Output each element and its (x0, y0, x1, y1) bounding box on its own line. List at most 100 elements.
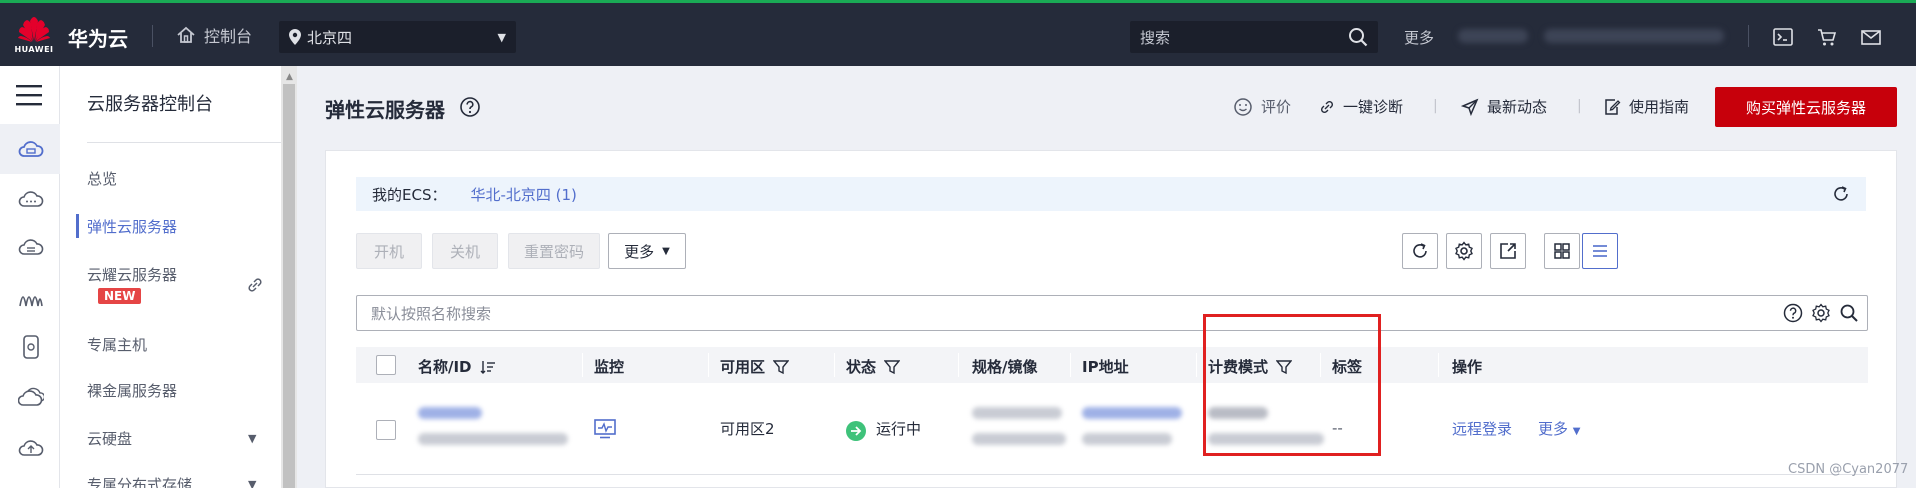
blurred-instance-id (418, 433, 568, 445)
chevron-down-icon[interactable]: ▼ (248, 432, 256, 445)
chevron-down-icon: ▼ (1572, 426, 1581, 437)
list-view-icon (1593, 245, 1607, 257)
blurred-user-name[interactable] (1544, 29, 1724, 43)
sidebar-item-flexus[interactable]: 云耀云服务器 (87, 264, 177, 285)
search-filter-input[interactable]: 默认按照名称搜索 (356, 295, 1868, 331)
guide-label: 使用指南 (1629, 98, 1690, 116)
table-header: 名称/ID 监控 可用区 状态 规格/镜像 IP地址 计费模式 标签 操作 (356, 347, 1868, 383)
sort-icon[interactable] (480, 359, 496, 375)
cloud-dots-icon[interactable] (18, 186, 44, 212)
settings-button[interactable] (1446, 233, 1482, 269)
list-view-button[interactable] (1582, 233, 1618, 269)
stop-button[interactable]: 关机 (432, 233, 498, 269)
region-count-link[interactable]: 华北-北京四 (1) (470, 184, 576, 205)
csdn-watermark: CSDN @Cyan2077 (1788, 462, 1909, 477)
refresh-icon[interactable] (1832, 185, 1850, 203)
database-icon[interactable] (18, 334, 44, 360)
remote-login-link[interactable]: 远程登录 (1452, 418, 1512, 439)
guide-link[interactable]: 使用指南 (1603, 96, 1689, 117)
column-header-monitor: 监控 (594, 356, 624, 377)
column-divider (1438, 353, 1439, 377)
column-label: 可用区 (720, 358, 766, 376)
column-divider (1070, 353, 1071, 377)
terminal-icon[interactable] (1772, 26, 1794, 48)
chevron-down-icon: ▼ (497, 30, 506, 44)
scrollbar-thumb[interactable] (283, 84, 295, 488)
grid-view-button[interactable] (1544, 233, 1580, 269)
blurred-spec (972, 407, 1062, 419)
storage-cloud-icon[interactable] (18, 234, 44, 260)
sidenav-divider (87, 142, 291, 143)
hamburger-menu-icon[interactable] (16, 84, 42, 106)
search-icon[interactable] (1348, 27, 1368, 47)
column-header-ip: IP地址 (1082, 356, 1129, 377)
column-header-status[interactable]: 状态 (846, 356, 901, 377)
column-header-name[interactable]: 名称/ID (418, 356, 496, 377)
news-link[interactable]: 最新动态 (1461, 96, 1547, 117)
ecs-cloud-icon[interactable] (18, 136, 44, 162)
row-more-menu[interactable]: 更多 ▼ (1538, 418, 1581, 439)
buy-ecs-button[interactable]: 购买弹性云服务器 (1715, 87, 1897, 127)
sidebar-item-overview[interactable]: 总览 (87, 168, 117, 189)
global-search-input[interactable]: 搜索 (1130, 21, 1378, 53)
console-home-link[interactable]: 控制台 (176, 23, 252, 47)
console-label: 控制台 (204, 27, 253, 46)
more-menu[interactable]: 更多 (1404, 27, 1434, 48)
filter-placeholder: 默认按照名称搜索 (371, 304, 492, 323)
rate-link[interactable]: 评价 (1233, 96, 1291, 117)
region-selector[interactable]: 北京四 ▼ (279, 21, 516, 53)
new-badge: NEW (98, 288, 142, 304)
huawei-logo[interactable]: HUAWEI (14, 15, 54, 59)
search-icon[interactable] (1839, 303, 1859, 323)
export-button[interactable] (1490, 233, 1526, 269)
page-title: 弹性云服务器 (325, 98, 445, 122)
column-label: 监控 (594, 358, 625, 376)
export-icon (1500, 243, 1516, 259)
start-button[interactable]: 开机 (356, 233, 422, 269)
column-divider (708, 353, 709, 377)
column-header-zone[interactable]: 可用区 (720, 356, 790, 377)
gear-icon[interactable] (1811, 303, 1831, 323)
scroll-up-arrow-icon[interactable]: ▲ (286, 72, 293, 82)
sidebar-item-bms[interactable]: 裸金属服务器 (87, 380, 177, 401)
mail-icon[interactable] (1860, 26, 1882, 48)
row-checkbox[interactable] (376, 420, 396, 440)
sidebar-item-dedicated-host[interactable]: 专属主机 (87, 334, 147, 355)
sidebar-item-evs[interactable]: 云硬盘 (87, 428, 132, 449)
refresh-list-button[interactable] (1402, 233, 1438, 269)
help-icon[interactable] (459, 96, 481, 118)
home-icon (177, 26, 195, 43)
sidebar-item-dss[interactable]: 专属分布式存储 (87, 474, 192, 488)
filter-icon[interactable] (884, 359, 901, 375)
logo-wordmark: HUAWEI (14, 45, 54, 54)
cart-icon[interactable] (1816, 26, 1838, 48)
blurred-account-info (1458, 29, 1528, 43)
cloud-upload-icon[interactable] (18, 434, 44, 460)
network-arch-icon[interactable] (18, 284, 44, 310)
cloud-layers-icon[interactable] (18, 384, 44, 410)
rate-label: 评价 (1261, 98, 1292, 116)
diagnose-link[interactable]: 一键诊断 (1319, 96, 1403, 117)
sidebar-item-ecs[interactable]: 弹性云服务器 (87, 216, 177, 237)
blurred-public-ip[interactable] (1082, 407, 1182, 419)
send-icon (1461, 98, 1479, 116)
blurred-private-ip (1082, 433, 1172, 445)
filter-icon[interactable] (773, 359, 790, 375)
more-actions-button[interactable]: 更多 ▼ (608, 233, 686, 269)
chevron-down-icon[interactable]: ▼ (248, 478, 256, 488)
row-more-label: 更多 (1538, 420, 1569, 438)
external-link-icon[interactable] (246, 276, 264, 294)
my-ecs-label: 我的ECS： (372, 185, 447, 204)
select-all-checkbox[interactable] (376, 355, 396, 375)
help-icon[interactable] (1783, 303, 1803, 323)
link-separator: | (1577, 98, 1582, 114)
link-separator: | (1433, 98, 1438, 114)
brand-name[interactable]: 华为云 (68, 23, 128, 52)
header-divider (152, 25, 153, 47)
column-divider (834, 353, 835, 377)
blurred-instance-name[interactable] (418, 407, 482, 419)
reset-password-button[interactable]: 重置密码 (508, 233, 600, 269)
monitor-chart-icon[interactable] (594, 419, 616, 439)
top-navigation-bar: HUAWEI 华为云 控制台 北京四 ▼ 搜索 更多 (0, 3, 1916, 66)
table-row: 可用区2 运行中 -- 远程登录 更多 ▼ (356, 383, 1868, 475)
